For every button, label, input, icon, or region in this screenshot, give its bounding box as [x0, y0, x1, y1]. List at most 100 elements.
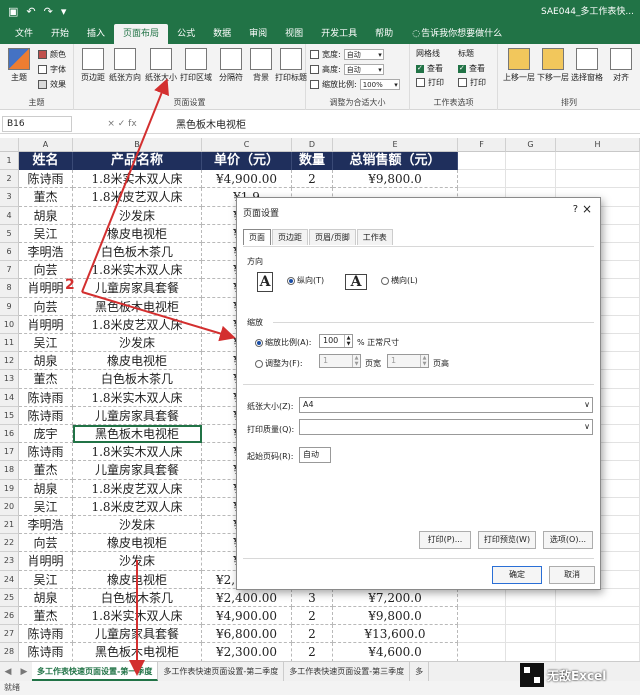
print-area-button[interactable]: 打印区域 — [179, 48, 213, 83]
dialog-tab[interactable]: 页眉/页脚 — [309, 229, 356, 245]
table-cell[interactable]: 儿童房家具套餐 — [73, 406, 202, 425]
table-cell[interactable]: 黑色板木电视柜 — [73, 297, 202, 316]
table-cell[interactable]: 董杰 — [19, 607, 73, 626]
empty-cell[interactable] — [506, 643, 556, 661]
row-header[interactable]: 5 — [0, 224, 19, 243]
row-header[interactable]: 15 — [0, 406, 19, 425]
table-cell[interactable]: 橡皮电视柜 — [73, 570, 202, 589]
sheet-tab[interactable]: 多工作表快速页面设置-第三季度 — [284, 662, 411, 681]
adjust-to-radio[interactable]: 缩放比例(A): — [255, 337, 311, 348]
background-button[interactable]: 背景 — [244, 48, 278, 83]
row-header[interactable]: 13 — [0, 370, 19, 389]
breaks-button[interactable]: 分隔符 — [214, 48, 248, 83]
empty-cell[interactable] — [458, 643, 506, 661]
select-all-corner[interactable] — [0, 138, 19, 152]
empty-cell[interactable] — [506, 170, 556, 189]
table-cell[interactable]: 1.8米实木双人床 — [73, 607, 202, 626]
table-cell[interactable]: 吴江 — [19, 334, 73, 353]
formula-buttons[interactable]: × ✓ fx — [72, 119, 172, 129]
column-header[interactable]: D — [292, 138, 333, 152]
table-cell[interactable]: 陈诗雨 — [19, 625, 73, 644]
adjust-to-spinner[interactable]: 100 ▲ ▼ — [319, 334, 353, 348]
row-header[interactable]: 23 — [0, 552, 19, 571]
row-header[interactable]: 16 — [0, 425, 19, 444]
table-cell[interactable]: 沙发床 — [73, 516, 202, 535]
table-cell[interactable]: 陈诗雨 — [19, 643, 73, 661]
row-header[interactable]: 18 — [0, 461, 19, 480]
column-header[interactable]: H — [556, 138, 640, 152]
save-icon[interactable]: ▣ — [8, 5, 18, 18]
size-button[interactable]: 纸张大小 — [144, 48, 178, 83]
empty-cell[interactable] — [556, 625, 640, 644]
print-button[interactable]: 打印(P)... — [419, 531, 471, 549]
sheet-tab[interactable]: 多工作表快速页面设置-第一季度 — [32, 662, 159, 681]
prev-sheet-icon[interactable]: ◀ — [0, 667, 16, 677]
table-cell[interactable]: ¥9,800.0 — [333, 607, 458, 626]
margins-button[interactable]: 页边距 — [76, 48, 110, 83]
tab-3[interactable]: 页面布局 — [114, 24, 169, 44]
table-cell[interactable]: 2 — [292, 625, 333, 644]
table-cell[interactable]: 吴江 — [19, 224, 73, 243]
table-cell[interactable]: 胡泉 — [19, 352, 73, 371]
sheet-tab[interactable]: 多 — [410, 662, 430, 681]
table-cell[interactable]: 白色板木茶几 — [73, 588, 202, 607]
table-cell[interactable]: 吴江 — [19, 570, 73, 589]
row-header[interactable]: 28 — [0, 643, 19, 661]
empty-cell[interactable] — [458, 588, 506, 607]
table-cell[interactable]: 黑色板木电视柜 — [73, 425, 202, 444]
dialog-tab[interactable]: 页面 — [243, 229, 271, 245]
table-cell[interactable]: 白色板木茶几 — [73, 243, 202, 262]
dialog-tab[interactable]: 页边距 — [272, 229, 308, 245]
table-cell[interactable]: 3 — [292, 588, 333, 607]
spinner-arrows-icon[interactable]: ▲ ▼ — [344, 335, 352, 347]
table-cell[interactable]: ¥4,900.00 — [202, 170, 292, 189]
table-cell[interactable]: 儿童房家具套餐 — [73, 625, 202, 644]
table-header-cell[interactable]: 产品名称 — [73, 152, 202, 171]
undo-icon[interactable]: ↶ — [26, 5, 35, 18]
tab-5[interactable]: 数据 — [204, 24, 240, 44]
row-header[interactable]: 12 — [0, 352, 19, 371]
table-cell[interactable]: 陈诗雨 — [19, 170, 73, 189]
themes-button[interactable]: 主题 — [2, 48, 36, 83]
fit-to-radio[interactable]: 调整为(F): — [255, 358, 303, 369]
table-cell[interactable]: 陈诗雨 — [19, 406, 73, 425]
row-header[interactable]: 1 — [0, 152, 19, 171]
table-cell[interactable]: 李明浩 — [19, 243, 73, 262]
help-icon[interactable]: ? — [573, 204, 578, 215]
headings-print-checkbox[interactable]: 打印 — [458, 77, 486, 88]
table-cell[interactable]: 胡泉 — [19, 588, 73, 607]
tab-2[interactable]: 插入 — [78, 24, 114, 44]
table-cell[interactable]: 1.8米皮艺双人床 — [73, 479, 202, 498]
align-button[interactable]: 对齐 — [604, 48, 638, 83]
empty-cell[interactable] — [506, 152, 556, 171]
table-cell[interactable]: 1.8米皮艺双人床 — [73, 497, 202, 516]
tab-1[interactable]: 开始 — [42, 24, 78, 44]
row-header[interactable]: 25 — [0, 588, 19, 607]
table-cell[interactable]: 白色板木茶几 — [73, 370, 202, 389]
customize-quick-access-icon[interactable]: ▾ — [61, 5, 67, 18]
table-cell[interactable]: 1.8米皮艺双人床 — [73, 315, 202, 334]
empty-cell[interactable] — [506, 607, 556, 626]
headings-view-checkbox[interactable]: 查看 — [458, 63, 485, 74]
column-header[interactable]: F — [458, 138, 506, 152]
fit-width-spinner[interactable]: 1 ▲ ▼ — [319, 354, 361, 368]
table-cell[interactable]: 2 — [292, 607, 333, 626]
table-cell[interactable]: 橡皮电视柜 — [73, 352, 202, 371]
empty-cell[interactable] — [458, 170, 506, 189]
row-header[interactable]: 7 — [0, 261, 19, 280]
empty-cell[interactable] — [556, 152, 640, 171]
row-header[interactable]: 6 — [0, 243, 19, 262]
effects-button[interactable]: 效果 — [38, 79, 66, 90]
gridlines-view-checkbox[interactable]: 查看 — [416, 63, 443, 74]
tab-9[interactable]: 帮助 — [366, 24, 402, 44]
table-cell[interactable]: ¥4,600.0 — [333, 643, 458, 661]
row-header[interactable]: 22 — [0, 534, 19, 553]
column-header[interactable]: G — [506, 138, 556, 152]
table-cell[interactable]: ¥7,200.0 — [333, 588, 458, 607]
table-cell[interactable]: 儿童房家具套餐 — [73, 461, 202, 480]
row-header[interactable]: 24 — [0, 570, 19, 589]
table-cell[interactable]: 黑色板木电视柜 — [73, 643, 202, 661]
table-cell[interactable]: 沙发床 — [73, 206, 202, 225]
dialog-tab[interactable]: 工作表 — [356, 229, 393, 245]
empty-cell[interactable] — [458, 607, 506, 626]
